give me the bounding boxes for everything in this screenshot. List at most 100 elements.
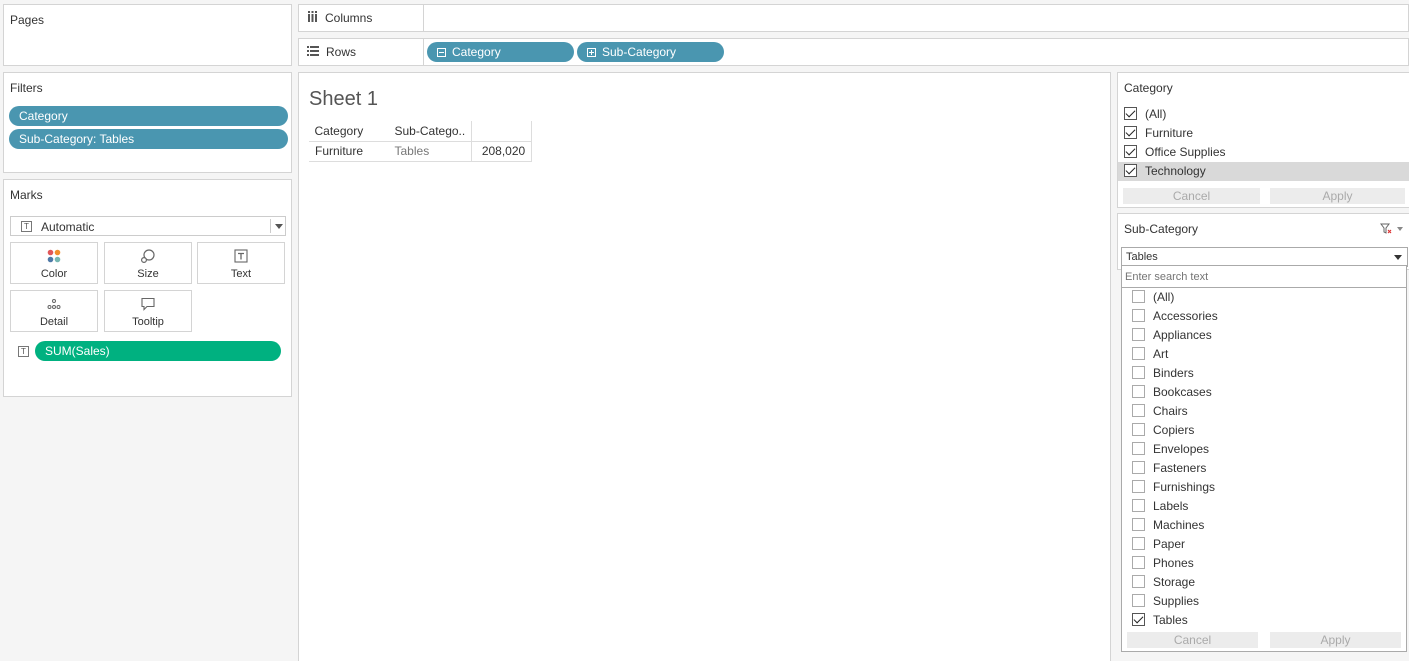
checkbox[interactable] [1132, 328, 1145, 341]
detail-button[interactable]: Detail [10, 290, 98, 332]
subcategory-dropdown: (All) Accessories Appliances Art Binders Book… [1121, 265, 1407, 652]
subcategory-select[interactable]: Tables [1121, 247, 1408, 267]
subcategory-filter-item-label: Bookcases [1153, 385, 1212, 399]
subcategory-filter-item[interactable]: Accessories [1132, 307, 1392, 326]
checkbox[interactable] [1132, 347, 1145, 360]
subcategory-filter-item[interactable]: Machines [1132, 516, 1392, 535]
subcategory-cancel-button[interactable]: Cancel [1127, 632, 1258, 648]
marks-panel: Marks T Automatic Color Size Text Detail… [3, 179, 292, 397]
subcategory-apply-button[interactable]: Apply [1270, 632, 1401, 648]
checkbox[interactable] [1132, 366, 1145, 379]
category-cancel-button[interactable]: Cancel [1123, 188, 1260, 204]
columns-icon [307, 11, 318, 25]
tooltip-label: Tooltip [132, 316, 164, 328]
checkbox[interactable] [1124, 107, 1137, 120]
detail-label: Detail [39, 316, 69, 328]
clear-filter-icon[interactable] [1380, 223, 1392, 238]
subcategory-filter-item[interactable]: Bookcases [1132, 383, 1392, 402]
checkbox[interactable] [1132, 309, 1145, 322]
filter-pill-subcategory[interactable]: Sub-Category: Tables [9, 129, 288, 149]
subcategory-filter-item-label: Chairs [1153, 404, 1188, 418]
subcategory-filter-item-label: Paper [1153, 537, 1186, 551]
subcategory-filter-item[interactable]: Furnishings [1132, 478, 1392, 497]
checkbox[interactable] [1132, 556, 1145, 569]
category-filter-title: Category [1124, 81, 1173, 95]
mark-type-label: Automatic [41, 220, 95, 234]
subcategory-filter-item-label: Art [1153, 347, 1169, 361]
measure-pill-sum-sales[interactable]: SUM(Sales) [35, 341, 281, 361]
text-button[interactable]: Text [197, 242, 285, 284]
subcategory-filter-item[interactable]: Appliances [1132, 326, 1392, 345]
chevron-down-icon [275, 224, 283, 229]
subcategory-filter-item-label: Phones [1153, 556, 1194, 570]
category-filter-item[interactable]: Furniture [1124, 124, 1409, 143]
subcategory-filter-item[interactable]: Binders [1132, 364, 1392, 383]
subcategory-filter-item[interactable]: Copiers [1132, 421, 1392, 440]
cell-category[interactable]: Furniture [308, 141, 389, 161]
subcategory-filter-item[interactable]: Chairs [1132, 402, 1392, 421]
category-apply-button[interactable]: Apply [1270, 188, 1405, 204]
subcategory-filter-item[interactable]: Storage [1132, 573, 1392, 592]
header-subcategory[interactable]: Sub-Catego.. [389, 121, 472, 141]
category-filter-item-label: Technology [1145, 164, 1206, 178]
subcategory-filter-item-label: Labels [1153, 499, 1189, 513]
subcategory-filter-item[interactable]: Envelopes [1132, 440, 1392, 459]
subcategory-filter-item[interactable]: Fasteners [1132, 459, 1392, 478]
cell-subcategory[interactable]: Tables [389, 141, 472, 161]
checkbox[interactable] [1132, 442, 1145, 455]
checkbox[interactable] [1132, 594, 1145, 607]
pages-panel: Pages [3, 4, 292, 66]
checkbox[interactable] [1132, 404, 1145, 417]
subcategory-filter-item[interactable]: Labels [1132, 497, 1392, 516]
expand-icon[interactable] [587, 48, 596, 57]
subcategory-filter-item[interactable]: (All) [1132, 288, 1392, 307]
category-filter-item[interactable]: Technology [1118, 162, 1409, 181]
subcategory-filter-item[interactable]: Tables [1132, 611, 1392, 630]
subcategory-filter-item-label: Machines [1153, 518, 1205, 532]
mark-type-dropdown[interactable]: T Automatic [10, 216, 286, 236]
checkbox[interactable] [1132, 385, 1145, 398]
checkbox[interactable] [1132, 290, 1145, 303]
checkbox[interactable] [1132, 613, 1145, 626]
category-filter-item-label: (All) [1145, 107, 1167, 121]
checkbox[interactable] [1132, 480, 1145, 493]
checkbox[interactable] [1132, 518, 1145, 531]
checkbox[interactable] [1132, 575, 1145, 588]
rows-pill-subcategory[interactable]: Sub-Category [577, 42, 724, 62]
size-icon [105, 248, 191, 268]
header-category[interactable]: Category [309, 121, 389, 141]
tooltip-icon [105, 296, 191, 316]
rows-shelf[interactable]: Rows Category Sub-Category [298, 38, 1409, 66]
cell-value[interactable]: 208,020 [471, 141, 533, 161]
search-input[interactable] [1122, 266, 1406, 288]
rows-pill-category-label: Category [452, 45, 501, 59]
checkbox[interactable] [1132, 537, 1145, 550]
filter-pill-category[interactable]: Category [9, 106, 288, 126]
rows-pill-category[interactable]: Category [427, 42, 574, 62]
subcategory-filter-item[interactable]: Paper [1132, 535, 1392, 554]
checkbox[interactable] [1124, 164, 1137, 177]
checkbox[interactable] [1132, 423, 1145, 436]
checkbox[interactable] [1124, 126, 1137, 139]
category-filter-item[interactable]: (All) [1124, 105, 1409, 124]
category-filter-item[interactable]: Office Supplies [1124, 143, 1409, 162]
subcategory-filter-title: Sub-Category [1124, 222, 1199, 236]
checkbox[interactable] [1132, 499, 1145, 512]
columns-shelf[interactable]: Columns [298, 4, 1409, 32]
subcategory-filter-item[interactable]: Phones [1132, 554, 1392, 573]
chevron-down-icon[interactable] [1397, 227, 1403, 231]
size-button[interactable]: Size [104, 242, 192, 284]
color-button[interactable]: Color [10, 242, 98, 284]
chevron-down-icon [1394, 255, 1402, 260]
tooltip-button[interactable]: Tooltip [104, 290, 192, 332]
subcategory-filter-item[interactable]: Supplies [1132, 592, 1392, 611]
text-encoding-icon: T [18, 346, 29, 357]
pages-title: Pages [10, 13, 45, 27]
checkbox[interactable] [1132, 461, 1145, 474]
checkbox[interactable] [1124, 145, 1137, 158]
text-icon [198, 248, 284, 268]
collapse-icon[interactable] [437, 48, 446, 57]
subcategory-filter-item[interactable]: Art [1132, 345, 1392, 364]
columns-label: Columns [325, 11, 373, 25]
columns-shelf-label: Columns [299, 5, 424, 31]
